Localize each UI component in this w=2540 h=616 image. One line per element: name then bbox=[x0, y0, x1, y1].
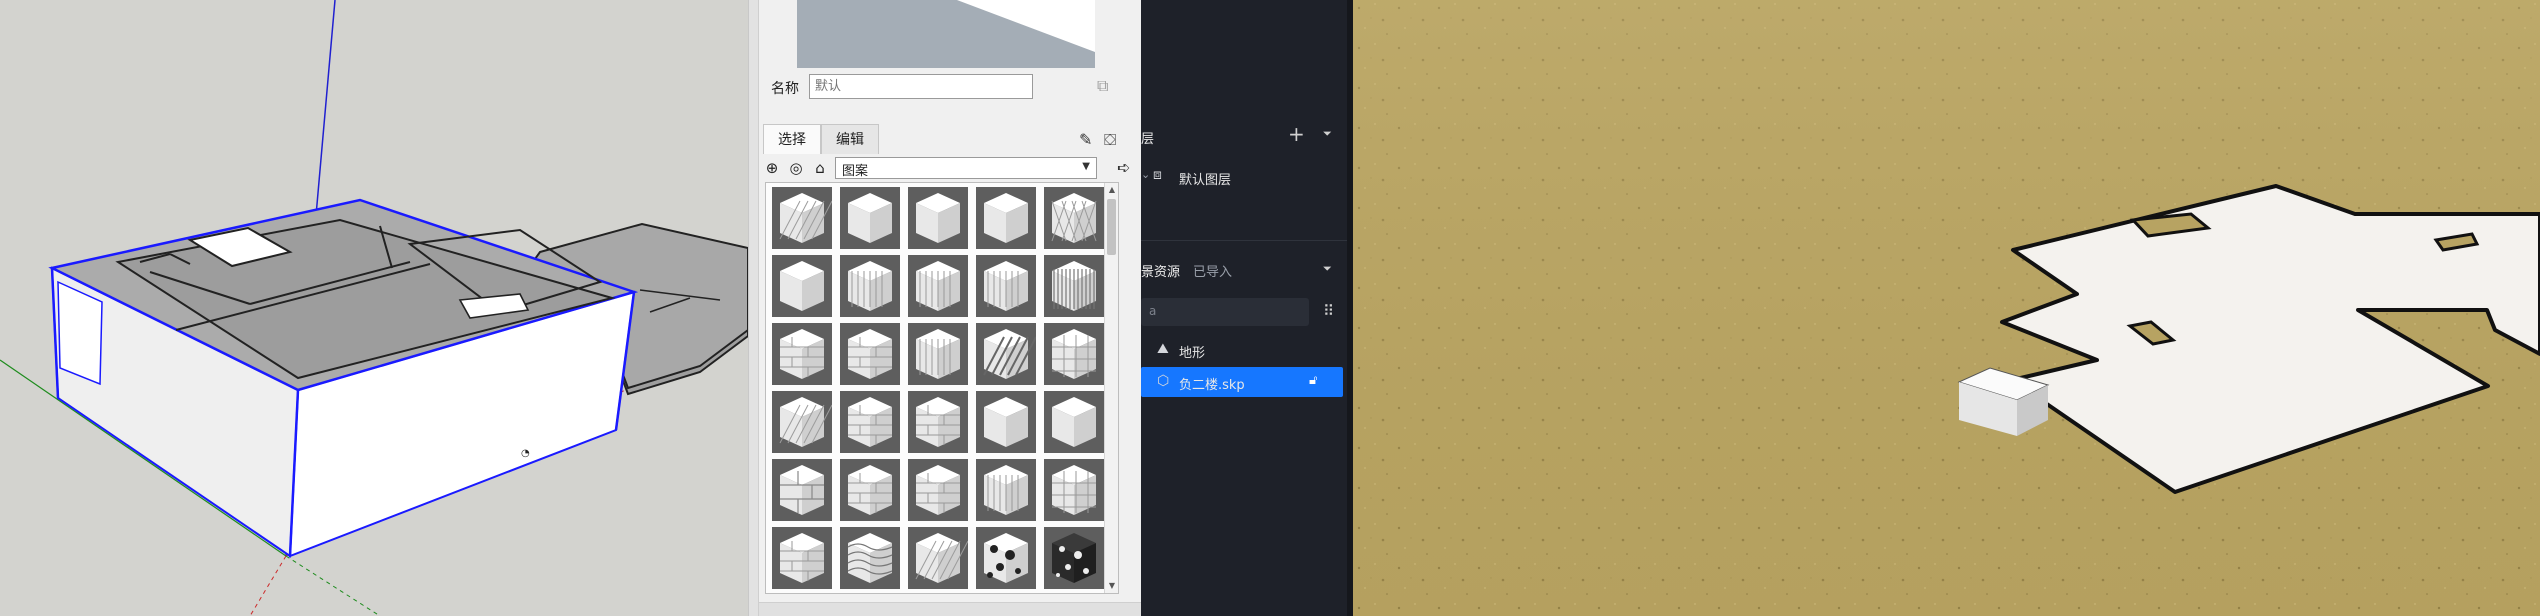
material-swatch-diagonal[interactable] bbox=[772, 187, 832, 249]
tab-imported[interactable]: 已导入 bbox=[1193, 261, 1232, 280]
asset-name: 负二楼.skp bbox=[1179, 378, 1245, 393]
name-label: 名称 bbox=[771, 81, 799, 97]
material-library-box: ▲ ▼ bbox=[765, 182, 1119, 594]
panel-bottom-bar bbox=[759, 602, 1141, 616]
model-icon: ⬡ bbox=[1157, 373, 1170, 389]
material-grid bbox=[772, 187, 1104, 589]
material-swatch-brick[interactable] bbox=[908, 459, 968, 521]
material-tabs: 选择 编辑 bbox=[763, 124, 879, 154]
material-swatch-diagonal[interactable] bbox=[772, 391, 832, 453]
scene-drawing bbox=[1353, 0, 2540, 616]
material-swatch-stone[interactable] bbox=[976, 527, 1036, 589]
material-swatch-plain[interactable] bbox=[976, 391, 1036, 453]
lock-icon[interactable]: 🔓︎ bbox=[1309, 373, 1317, 388]
scroll-thumb[interactable] bbox=[1107, 199, 1116, 255]
library-toolbar: ⊕ ◎ ⌂ 图案 ▼ bbox=[763, 156, 1139, 180]
asset-row-model[interactable]: ⬡ 负二楼.skp 🔓︎ bbox=[1141, 367, 1343, 397]
layer-name: 默认图层 bbox=[1179, 173, 1232, 188]
scroll-down-icon[interactable]: ▼ bbox=[1105, 579, 1119, 593]
scroll-up-icon[interactable]: ▲ bbox=[1105, 183, 1119, 197]
material-name-input[interactable] bbox=[809, 74, 1033, 99]
library-selected-value: 图案 bbox=[842, 164, 869, 179]
material-swatch-plain[interactable] bbox=[772, 255, 832, 317]
material-swatch-plain[interactable] bbox=[976, 187, 1036, 249]
material-swatch-brick[interactable] bbox=[840, 459, 900, 521]
scene-3d-viewport[interactable] bbox=[1353, 0, 2540, 616]
material-swatch-plain[interactable] bbox=[908, 187, 968, 249]
layers-collapse-icon[interactable]: ⏷ bbox=[1323, 127, 1332, 141]
sketchup-viewport[interactable]: ◔ bbox=[0, 0, 748, 616]
section-divider bbox=[1141, 240, 1353, 241]
material-swatch-plain[interactable] bbox=[840, 187, 900, 249]
material-grid-scrollbar[interactable]: ▲ ▼ bbox=[1104, 183, 1118, 593]
eyedropper-icon[interactable]: ✎ bbox=[1079, 130, 1092, 149]
layer-panel: 层 + ⏷ ⌄ ⧈ 默认图层 景资源 已导入 ⏷ a ⠿ ⛰ 地形 ⬡ 负二楼.… bbox=[1141, 0, 1353, 616]
tab-scene-assets[interactable]: 景资源 bbox=[1141, 261, 1180, 280]
material-swatch-dark-diagonal[interactable] bbox=[976, 323, 1036, 385]
display-secondary-icon[interactable]: ⧉ bbox=[1097, 76, 1117, 96]
material-swatch-vstripe[interactable] bbox=[976, 255, 1036, 317]
chevron-down-icon: ▼ bbox=[1082, 161, 1090, 172]
panel-resize-gutter[interactable] bbox=[749, 0, 759, 616]
material-swatch-brick-large[interactable] bbox=[772, 459, 832, 521]
assets-collapse-icon[interactable]: ⏷ bbox=[1323, 262, 1332, 276]
material-swatch-grid[interactable] bbox=[1044, 323, 1104, 385]
asset-row-terrain[interactable]: ⛰ 地形 bbox=[1141, 335, 1343, 365]
material-swatch-brick[interactable] bbox=[840, 323, 900, 385]
tab-edit[interactable]: 编辑 bbox=[821, 124, 879, 154]
tab-select[interactable]: 选择 bbox=[763, 124, 821, 154]
add-layer-icon[interactable]: + bbox=[1288, 122, 1305, 146]
chevron-down-icon[interactable]: ⌄ bbox=[1141, 168, 1150, 181]
asset-search-input[interactable]: a bbox=[1141, 298, 1309, 326]
material-swatch-grid[interactable] bbox=[1044, 459, 1104, 521]
materials-panel: + 名称 ⧉ 选择 编辑 ✎ ⛋ ⊕ ◎ ⌂ 图案 ▼ ➪ ▲ ▼ bbox=[748, 0, 1141, 616]
material-swatch-brick[interactable] bbox=[772, 527, 832, 589]
grid-view-icon[interactable]: ⠿ bbox=[1323, 302, 1334, 320]
cursor-icon: ◔ bbox=[521, 448, 530, 459]
details-arrow-icon[interactable]: ➪ bbox=[1117, 158, 1137, 177]
material-swatch-vstripe[interactable] bbox=[908, 323, 968, 385]
material-swatch-diamond[interactable] bbox=[1044, 187, 1104, 249]
material-swatch-brick[interactable] bbox=[908, 391, 968, 453]
material-swatch-plain[interactable] bbox=[1044, 391, 1104, 453]
material-swatch-vstripe[interactable] bbox=[976, 459, 1036, 521]
paint-bucket-icon[interactable]: ⛋ bbox=[1104, 130, 1116, 150]
material-swatch-vstripe[interactable] bbox=[908, 255, 968, 317]
layers-icon: ⧈ bbox=[1153, 167, 1162, 183]
material-swatch-brick[interactable] bbox=[772, 323, 832, 385]
material-swatch-wave[interactable] bbox=[840, 527, 900, 589]
material-swatch-dark-stone[interactable] bbox=[1044, 527, 1104, 589]
model-materials-icon[interactable]: ◎ bbox=[787, 159, 805, 177]
red-axis-negative bbox=[249, 555, 287, 616]
material-swatch-vstripe-dense[interactable] bbox=[1044, 255, 1104, 317]
back-icon[interactable]: ⊕ bbox=[763, 159, 781, 177]
sketchup-model-drawing: ◔ bbox=[0, 0, 748, 616]
material-preview: + bbox=[797, 0, 1095, 68]
green-axis-negative bbox=[285, 555, 381, 616]
material-swatch-diagonal[interactable] bbox=[908, 527, 968, 589]
material-swatch-vstripe[interactable] bbox=[840, 255, 900, 317]
library-dropdown[interactable]: 图案 ▼ bbox=[835, 157, 1097, 179]
material-swatch-brick[interactable] bbox=[840, 391, 900, 453]
layers-section-title: 层 bbox=[1141, 132, 1155, 147]
home-icon[interactable]: ⌂ bbox=[811, 159, 829, 177]
layer-row[interactable]: ⌄ ⧈ 默认图层 bbox=[1141, 166, 1353, 188]
asset-name: 地形 bbox=[1179, 346, 1206, 361]
terrain-icon: ⛰ bbox=[1157, 341, 1169, 357]
